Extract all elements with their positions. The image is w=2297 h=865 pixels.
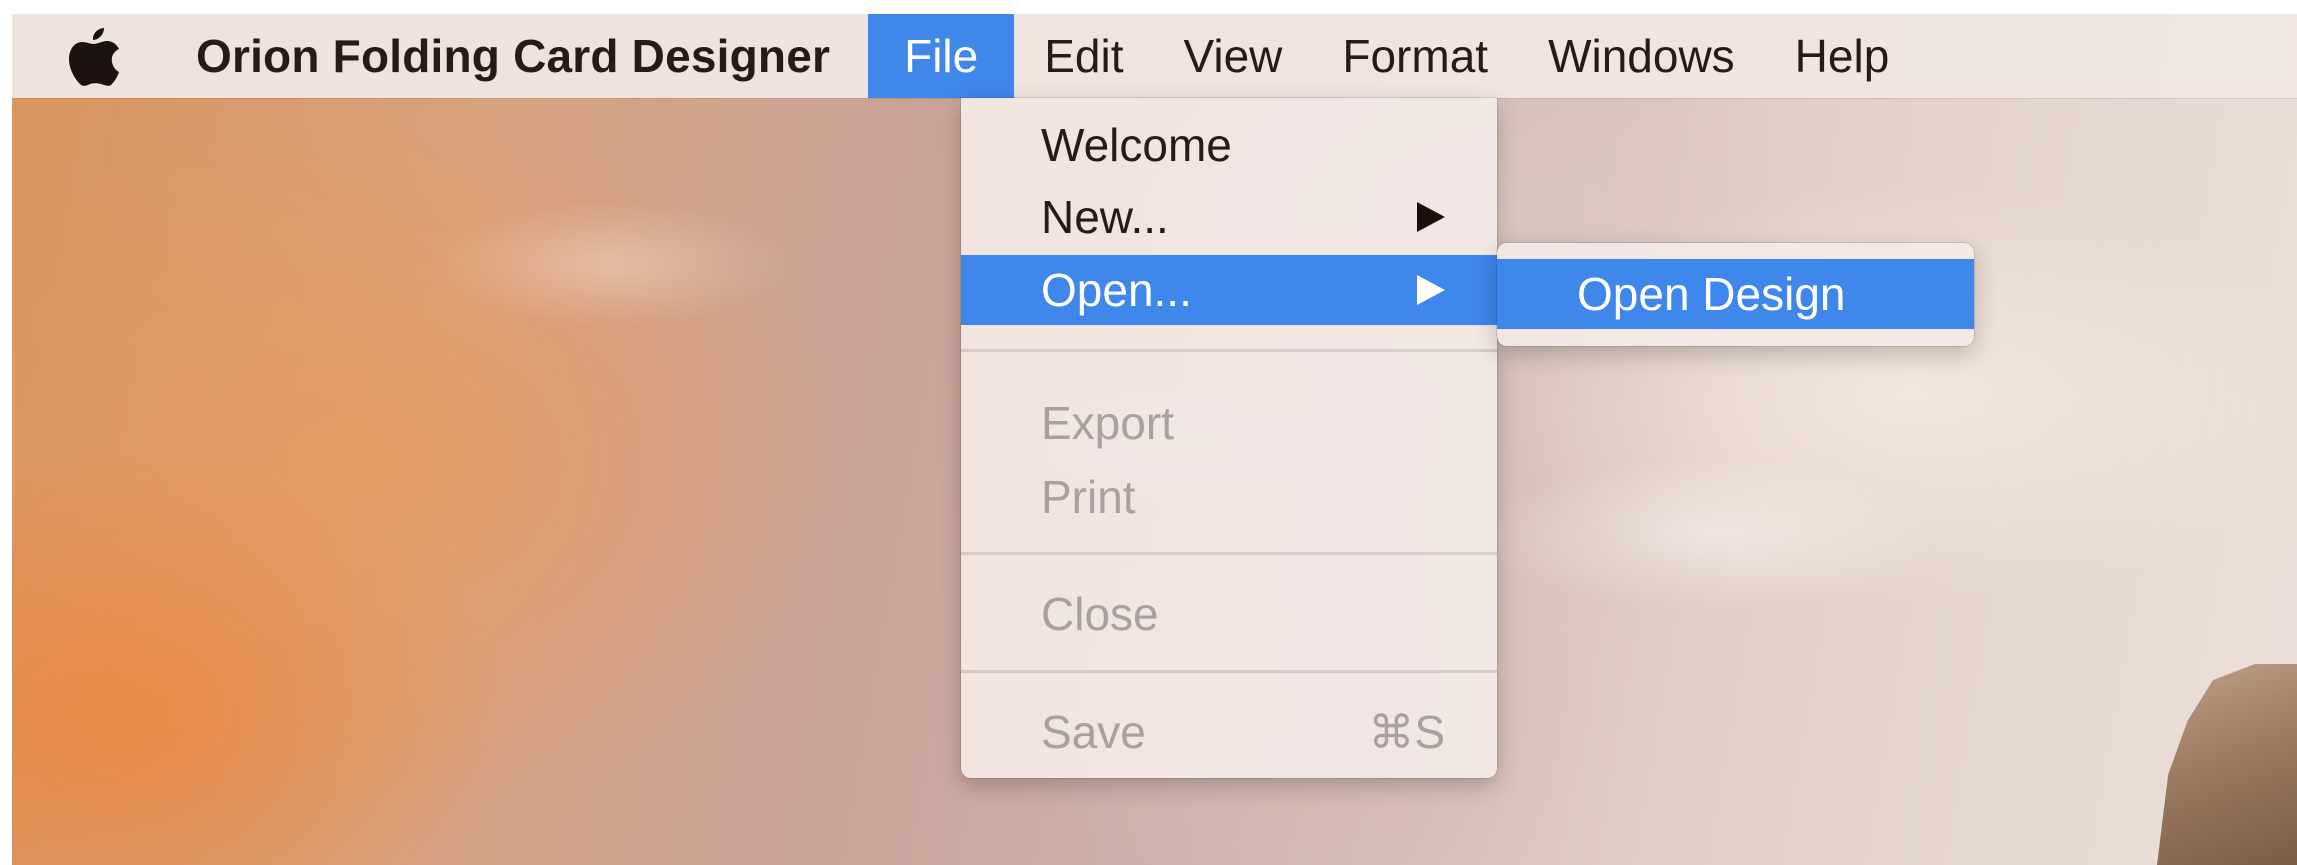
menu-help[interactable]: Help [1765,14,1920,98]
menu-item-label: Export [1041,397,1174,449]
file-menu-dropdown: Welcome New... Open... Export Print Clos… [961,98,1497,778]
open-submenu: Open Design [1497,243,1974,346]
chevron-right-icon [1417,202,1445,232]
menu-view[interactable]: View [1154,14,1313,98]
menu-item-open-design[interactable]: Open Design [1497,259,1974,329]
menu-item-label: Open... [1041,264,1192,316]
menu-item-export[interactable]: Export [961,388,1497,458]
menu-separator [961,552,1497,555]
chevron-right-icon [1417,275,1445,305]
menu-item-label: Open Design [1577,268,1846,320]
menu-separator [961,670,1497,673]
menu-bar: Orion Folding Card Designer File Edit Vi… [12,14,2297,98]
menu-item-save[interactable]: Save ⌘S [961,697,1497,767]
menu-item-label: Welcome [1041,119,1232,171]
keyboard-shortcut: ⌘S [1368,706,1445,758]
menu-item-print[interactable]: Print [961,462,1497,532]
menu-item-label: New... [1041,191,1169,243]
menu-item-welcome[interactable]: Welcome [961,110,1497,180]
menu-item-open[interactable]: Open... [961,255,1497,325]
desktop: Orion Folding Card Designer File Edit Vi… [12,14,2297,865]
menu-windows[interactable]: Windows [1518,14,1765,98]
menu-item-label: Print [1041,471,1136,523]
menu-item-new[interactable]: New... [961,182,1497,252]
menu-file[interactable]: File [868,14,1015,98]
apple-menu-button[interactable] [50,14,138,98]
apple-logo-icon [69,28,119,86]
menu-format[interactable]: Format [1312,14,1518,98]
menu-separator [961,349,1497,352]
menu-item-label: Close [1041,588,1159,640]
menu-item-close[interactable]: Close [961,579,1497,649]
menu-edit[interactable]: Edit [1014,14,1153,98]
app-name-menu[interactable]: Orion Folding Card Designer [138,29,868,83]
menu-item-label: Save [1041,706,1146,758]
